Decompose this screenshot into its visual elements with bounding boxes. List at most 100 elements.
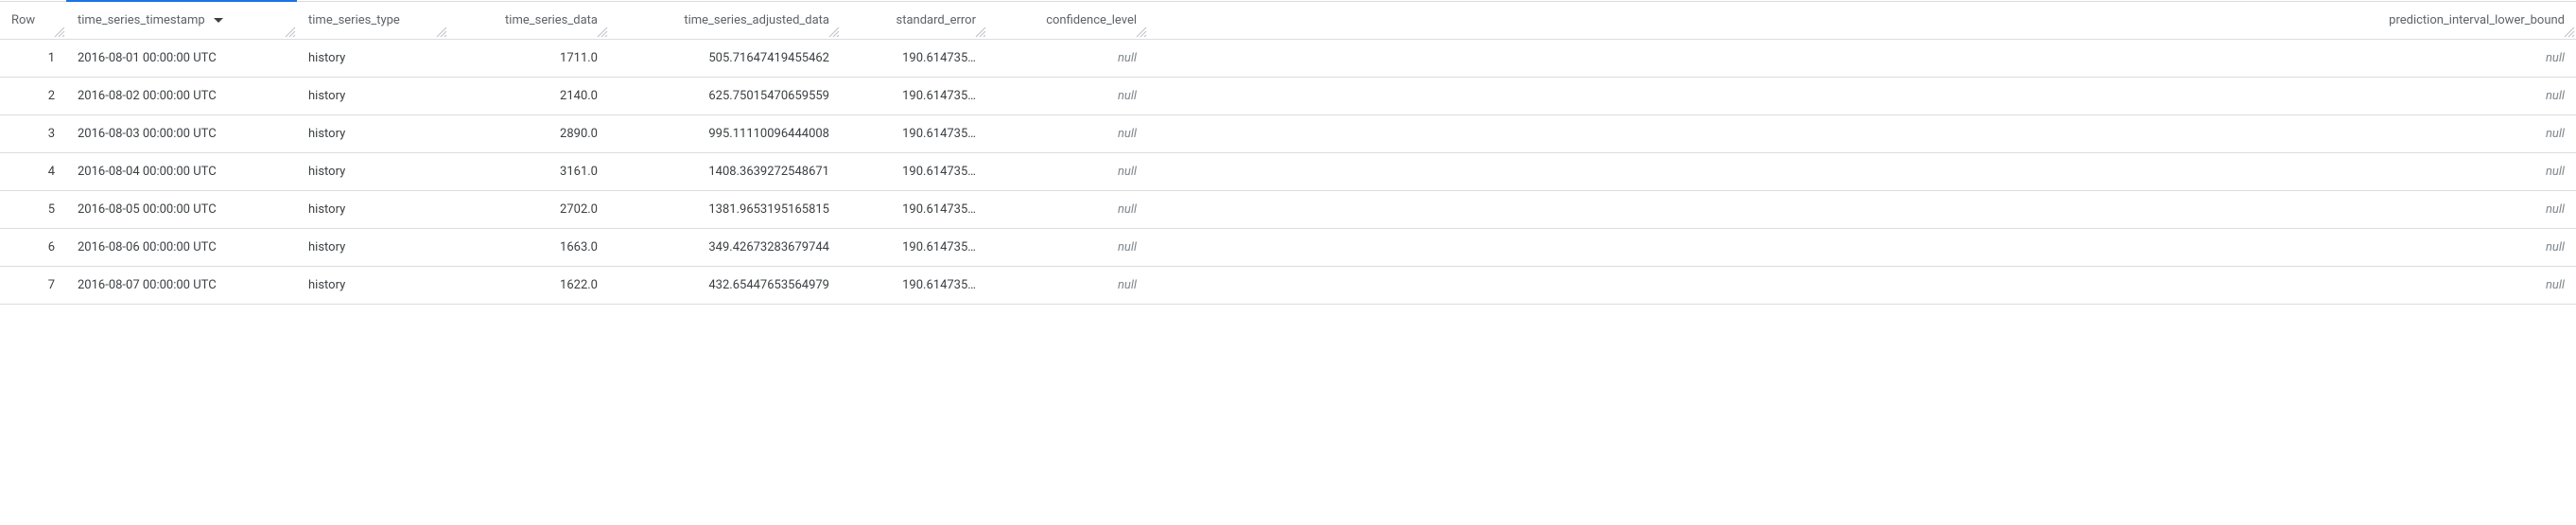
- results-table: Row time_series_timestamp time_series_ty…: [0, 0, 2576, 305]
- null-value: null: [2546, 51, 2565, 65]
- cell-standard-error: 190.614735…: [841, 190, 987, 228]
- null-value: null: [2546, 278, 2565, 292]
- null-value: null: [2546, 89, 2565, 103]
- cell-row-number: 7: [0, 266, 66, 304]
- null-value: null: [1118, 51, 1137, 65]
- cell-prediction-lower: null: [1148, 190, 2576, 228]
- cell-confidence-level: null: [987, 266, 1148, 304]
- cell-confidence-level: null: [987, 228, 1148, 266]
- table-header-row: Row time_series_timestamp time_series_ty…: [0, 1, 2576, 39]
- table-row[interactable]: 32016-08-03 00:00:00 UTChistory2890.0995…: [0, 114, 2576, 152]
- cell-row-number: 3: [0, 114, 66, 152]
- resize-handle-icon[interactable]: [2563, 26, 2576, 39]
- cell-adjusted: 432.65447653564979: [609, 266, 841, 304]
- cell-timestamp: 2016-08-07 00:00:00 UTC: [66, 266, 297, 304]
- cell-data: 1711.0: [448, 39, 609, 77]
- cell-confidence-level: null: [987, 77, 1148, 114]
- cell-adjusted: 1381.9653195165815: [609, 190, 841, 228]
- cell-prediction-lower: null: [1148, 228, 2576, 266]
- table-row[interactable]: 62016-08-06 00:00:00 UTChistory1663.0349…: [0, 228, 2576, 266]
- cell-confidence-level: null: [987, 190, 1148, 228]
- cell-row-number: 4: [0, 152, 66, 190]
- cell-timestamp: 2016-08-03 00:00:00 UTC: [66, 114, 297, 152]
- null-value: null: [1118, 127, 1137, 141]
- cell-confidence-level: null: [987, 114, 1148, 152]
- cell-prediction-lower: null: [1148, 114, 2576, 152]
- cell-type: history: [297, 190, 448, 228]
- cell-data: 1622.0: [448, 266, 609, 304]
- column-header-label: time_series_data: [505, 13, 598, 27]
- cell-row-number: 5: [0, 190, 66, 228]
- cell-type: history: [297, 152, 448, 190]
- cell-row-number: 2: [0, 77, 66, 114]
- cell-prediction-lower: null: [1148, 152, 2576, 190]
- resize-handle-icon[interactable]: [596, 26, 609, 39]
- cell-confidence-level: null: [987, 152, 1148, 190]
- cell-timestamp: 2016-08-01 00:00:00 UTC: [66, 39, 297, 77]
- cell-type: history: [297, 77, 448, 114]
- table-row[interactable]: 12016-08-01 00:00:00 UTChistory1711.0505…: [0, 39, 2576, 77]
- table-row[interactable]: 22016-08-02 00:00:00 UTChistory2140.0625…: [0, 77, 2576, 114]
- null-value: null: [2546, 202, 2565, 217]
- sort-desc-icon: [214, 18, 223, 23]
- null-value: null: [2546, 165, 2565, 179]
- column-header-standard-error[interactable]: standard_error: [841, 1, 987, 39]
- cell-standard-error: 190.614735…: [841, 39, 987, 77]
- cell-timestamp: 2016-08-06 00:00:00 UTC: [66, 228, 297, 266]
- table-row[interactable]: 42016-08-04 00:00:00 UTChistory3161.0140…: [0, 152, 2576, 190]
- cell-adjusted: 995.11110096444008: [609, 114, 841, 152]
- cell-type: history: [297, 266, 448, 304]
- cell-type: history: [297, 228, 448, 266]
- table-row[interactable]: 52016-08-05 00:00:00 UTChistory2702.0138…: [0, 190, 2576, 228]
- column-header-label: prediction_interval_lower_bound: [2389, 13, 2565, 27]
- column-header-label: time_series_type: [308, 13, 400, 27]
- cell-timestamp: 2016-08-05 00:00:00 UTC: [66, 190, 297, 228]
- column-header-label: Row: [11, 13, 35, 27]
- table-header: Row time_series_timestamp time_series_ty…: [0, 1, 2576, 39]
- cell-type: history: [297, 114, 448, 152]
- cell-adjusted: 349.42673283679744: [609, 228, 841, 266]
- cell-adjusted: 625.75015470659559: [609, 77, 841, 114]
- cell-standard-error: 190.614735…: [841, 77, 987, 114]
- column-header-confidence-level[interactable]: confidence_level: [987, 1, 1148, 39]
- resize-handle-icon[interactable]: [1135, 26, 1148, 39]
- column-header-prediction-lower[interactable]: prediction_interval_lower_bound: [1148, 1, 2576, 39]
- resize-handle-icon[interactable]: [284, 26, 297, 39]
- table-row[interactable]: 72016-08-07 00:00:00 UTChistory1622.0432…: [0, 266, 2576, 304]
- column-header-row[interactable]: Row: [0, 1, 66, 39]
- cell-prediction-lower: null: [1148, 266, 2576, 304]
- column-header-data[interactable]: time_series_data: [448, 1, 609, 39]
- cell-row-number: 1: [0, 39, 66, 77]
- column-header-timestamp[interactable]: time_series_timestamp: [66, 1, 297, 39]
- null-value: null: [1118, 89, 1137, 103]
- null-value: null: [2546, 240, 2565, 254]
- cell-data: 2890.0: [448, 114, 609, 152]
- null-value: null: [1118, 278, 1137, 292]
- cell-timestamp: 2016-08-02 00:00:00 UTC: [66, 77, 297, 114]
- cell-confidence-level: null: [987, 39, 1148, 77]
- null-value: null: [1118, 240, 1137, 254]
- cell-adjusted: 505.71647419455462: [609, 39, 841, 77]
- column-header-adjusted[interactable]: time_series_adjusted_data: [609, 1, 841, 39]
- resize-handle-icon[interactable]: [435, 26, 448, 39]
- column-header-type[interactable]: time_series_type: [297, 1, 448, 39]
- column-header-label: standard_error: [896, 13, 977, 27]
- resize-handle-icon[interactable]: [53, 26, 66, 39]
- column-header-label: time_series_adjusted_data: [684, 13, 829, 27]
- null-value: null: [1118, 165, 1137, 179]
- cell-row-number: 6: [0, 228, 66, 266]
- cell-type: history: [297, 39, 448, 77]
- column-header-label: confidence_level: [1046, 13, 1137, 27]
- cell-standard-error: 190.614735…: [841, 152, 987, 190]
- resize-handle-icon[interactable]: [974, 26, 987, 39]
- cell-timestamp: 2016-08-04 00:00:00 UTC: [66, 152, 297, 190]
- cell-standard-error: 190.614735…: [841, 114, 987, 152]
- cell-standard-error: 190.614735…: [841, 266, 987, 304]
- cell-data: 3161.0: [448, 152, 609, 190]
- cell-prediction-lower: null: [1148, 77, 2576, 114]
- cell-data: 1663.0: [448, 228, 609, 266]
- cell-adjusted: 1408.3639272548671: [609, 152, 841, 190]
- resize-handle-icon[interactable]: [827, 26, 841, 39]
- null-value: null: [1118, 202, 1137, 217]
- column-header-label: time_series_timestamp: [78, 13, 205, 27]
